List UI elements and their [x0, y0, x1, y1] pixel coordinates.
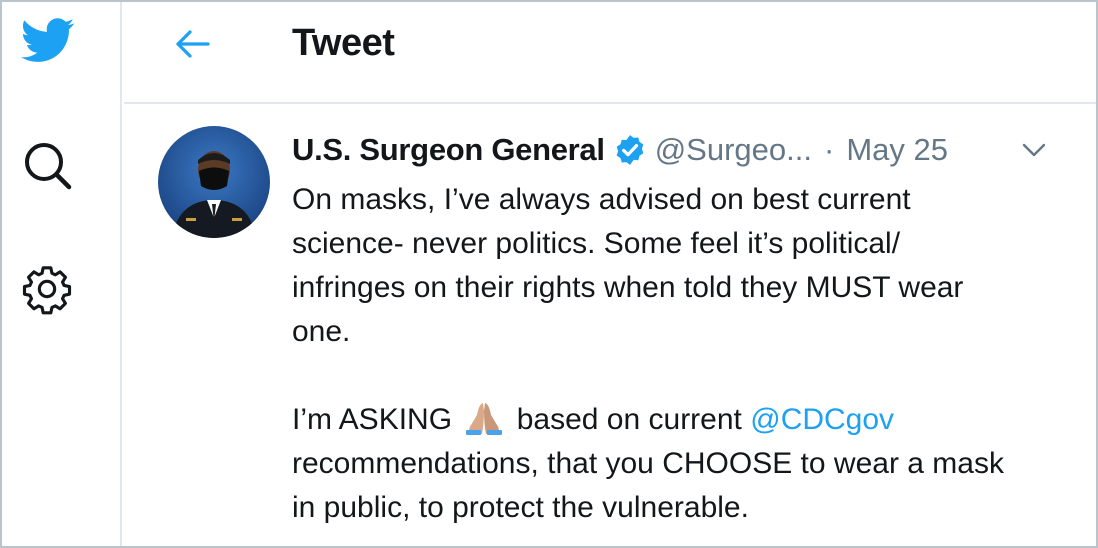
page-header: Tweet — [124, 0, 1098, 104]
author-name[interactable]: U.S. Surgeon General — [292, 132, 605, 168]
text-line: in public, to protect the vulnerable. — [292, 491, 749, 524]
back-arrow-icon[interactable] — [172, 24, 212, 64]
tweet-header: U.S. Surgeon General @Surgeo... · May 25 — [292, 130, 1058, 170]
text-line: science- never politics. Some feel it’s … — [292, 227, 901, 260]
tweet-body: On masks, I’ve always advised on best cu… — [292, 178, 1068, 530]
tweet-date[interactable]: May 25 — [846, 132, 948, 168]
page-title: Tweet — [292, 22, 395, 64]
meta-separator: · — [823, 132, 835, 167]
text-line: infringes on their rights when told they… — [292, 271, 964, 304]
text-segment: I’m ASKING — [292, 403, 453, 436]
mention-link[interactable]: @CDCgov — [750, 403, 894, 436]
folded-hands-emoji — [466, 403, 503, 435]
verified-badge-icon — [616, 135, 644, 165]
tweet-paragraph-2: I’m ASKING based on current @CDCgov reco… — [292, 398, 1068, 530]
author-handle[interactable]: @Surgeo... — [655, 132, 812, 168]
avatar[interactable] — [158, 126, 270, 238]
text-line: On masks, I’ve always advised on best cu… — [292, 183, 911, 216]
twitter-bird-icon[interactable] — [14, 12, 80, 68]
search-icon[interactable] — [22, 140, 74, 192]
left-nav-rail — [0, 0, 122, 548]
text-line: one. — [292, 315, 351, 348]
chevron-down-icon[interactable] — [1018, 134, 1050, 166]
tweet: U.S. Surgeon General @Surgeo... · May 25… — [124, 104, 1098, 548]
text-segment: based on current — [516, 403, 742, 436]
gear-icon[interactable] — [20, 262, 74, 316]
tweet-paragraph-1: On masks, I’ve always advised on best cu… — [292, 178, 1068, 354]
text-line: recommendations, that you CHOOSE to wear… — [292, 447, 1004, 480]
